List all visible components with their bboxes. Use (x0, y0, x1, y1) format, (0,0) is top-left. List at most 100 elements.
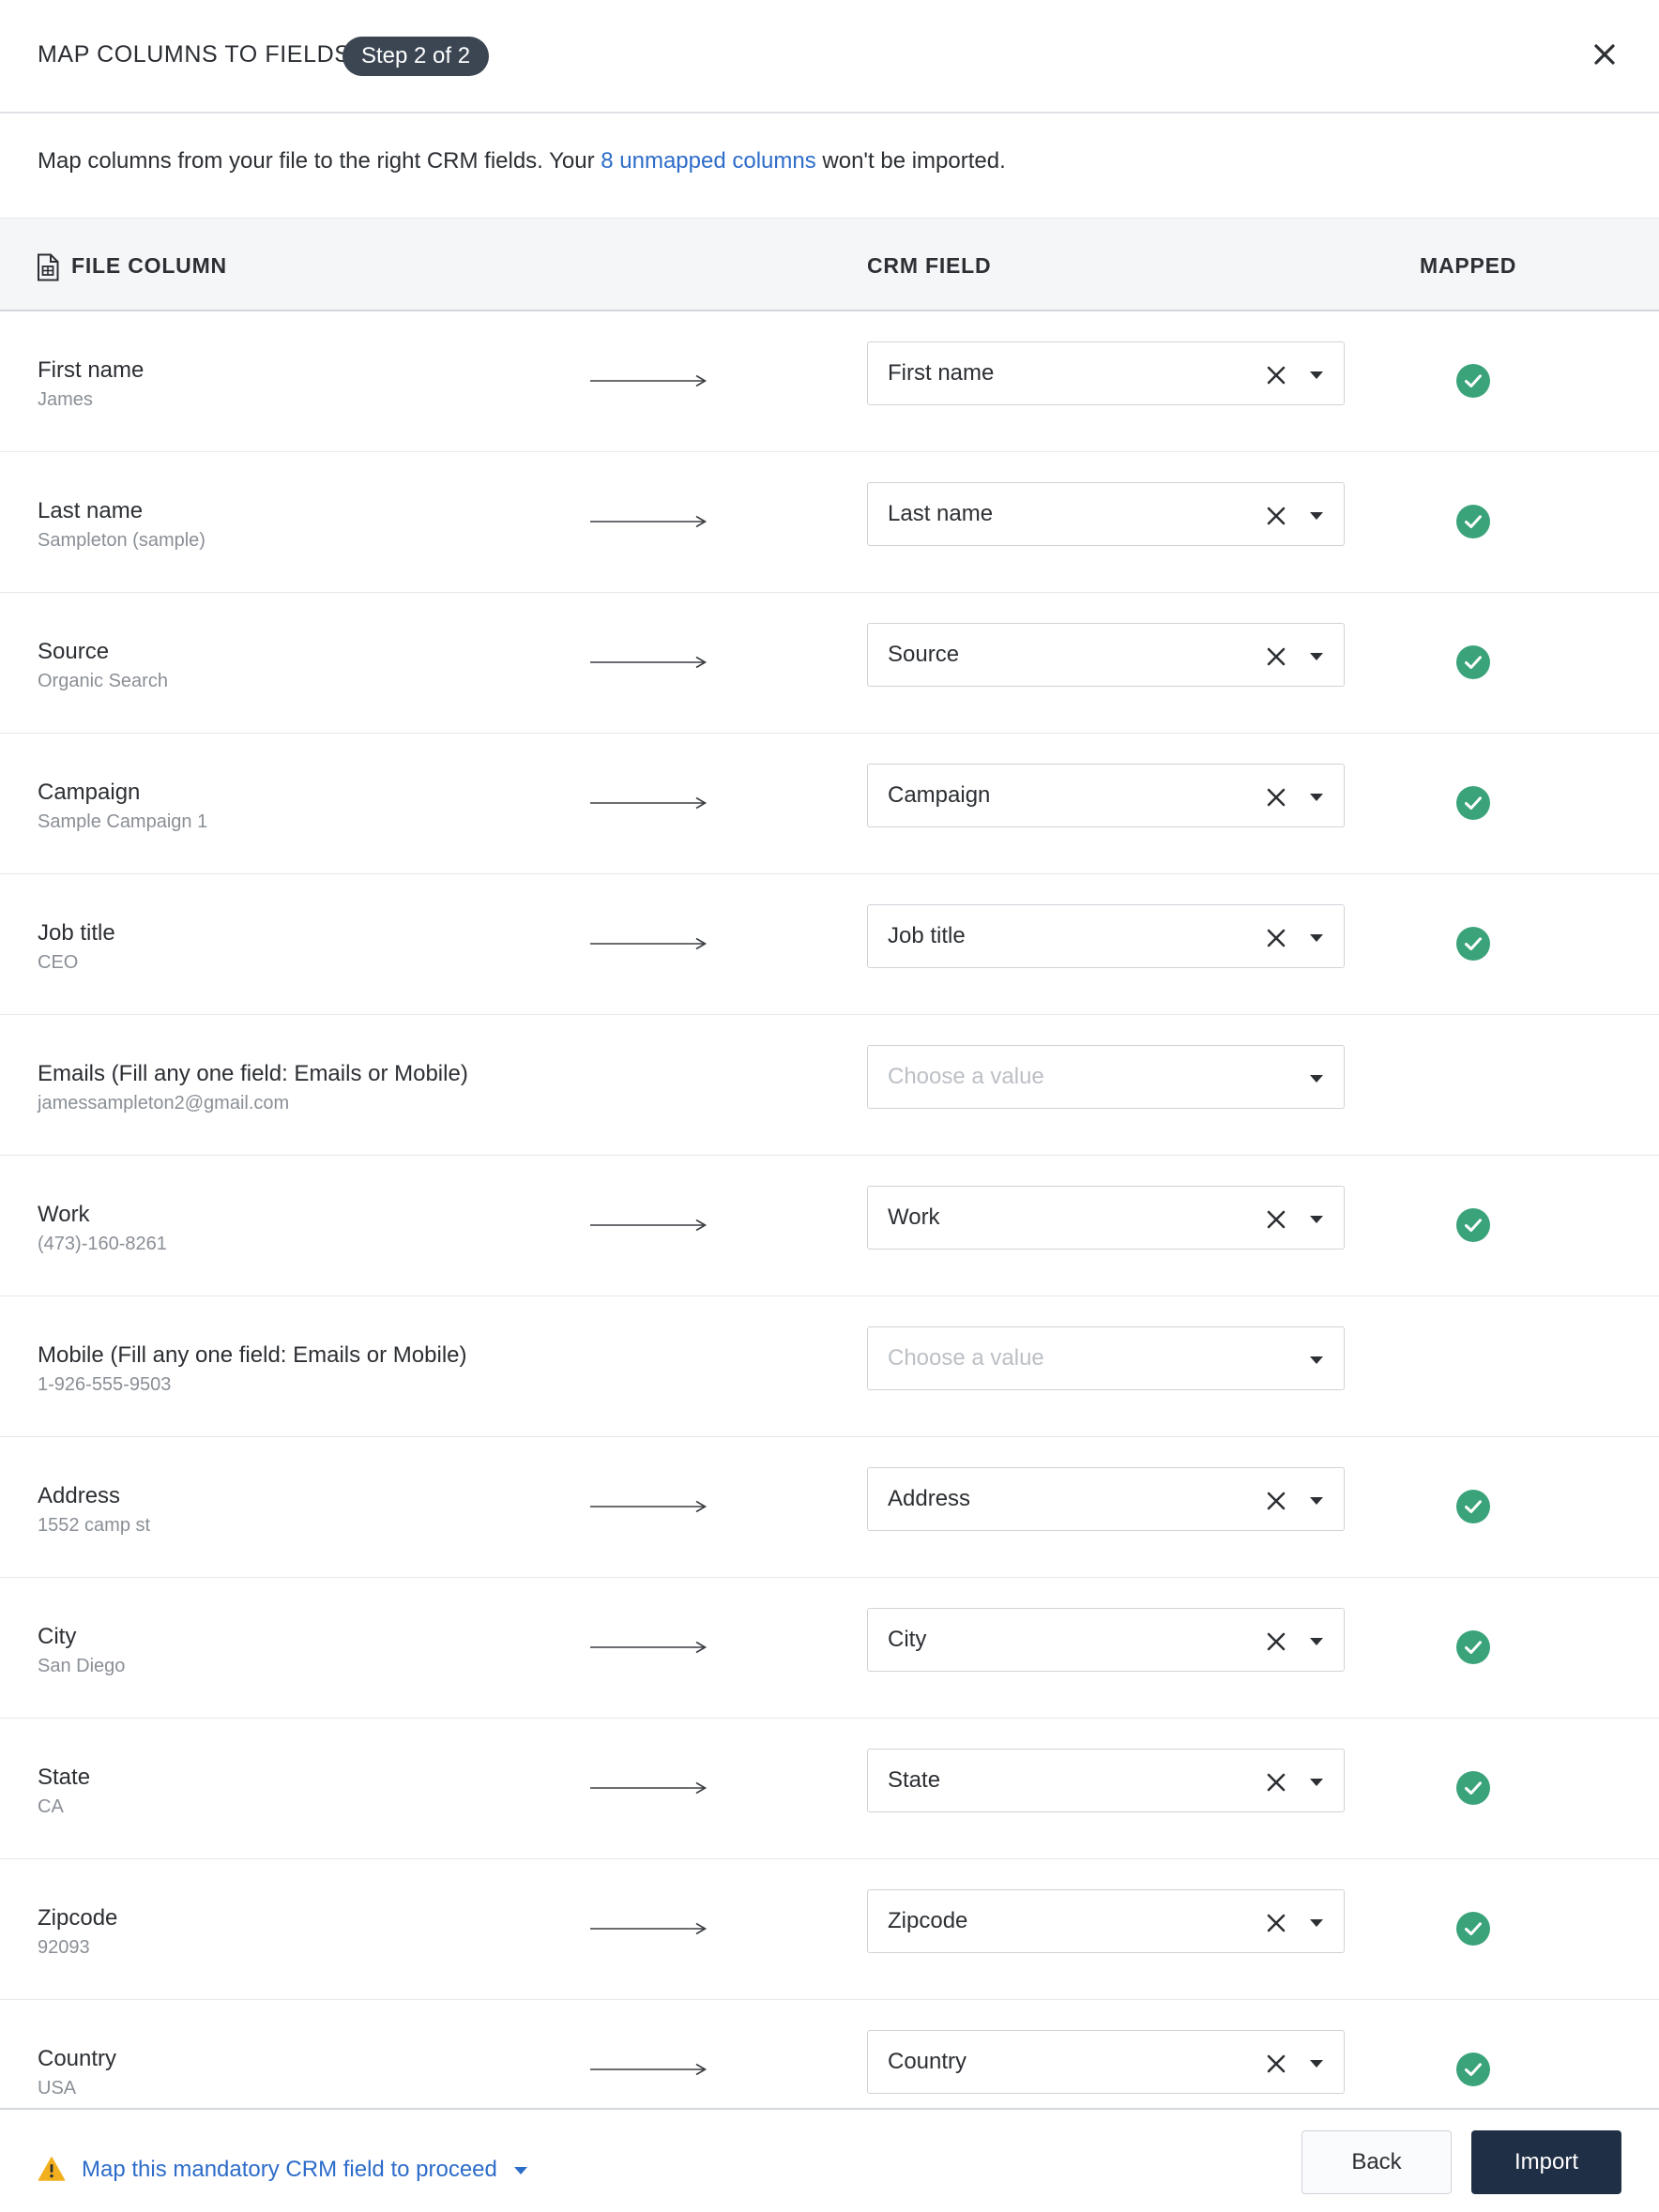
crm-field-select[interactable]: Work (867, 1186, 1345, 1250)
crm-field-select[interactable]: Last name (867, 482, 1345, 546)
table-row: Work (473)-160-8261 Work (0, 1156, 1659, 1296)
check-circle-icon (1456, 927, 1490, 961)
crm-field-select[interactable]: First name (867, 341, 1345, 405)
crm-field-select[interactable]: Choose a value (867, 1045, 1345, 1109)
file-column-sample: CA (38, 1796, 64, 1817)
crm-field-select[interactable]: State (867, 1749, 1345, 1812)
chevron-down-icon[interactable] (1309, 1778, 1324, 1787)
clear-icon[interactable] (1266, 1631, 1286, 1652)
file-column-sample: 1552 camp st (38, 1515, 151, 1536)
check-circle-icon (1456, 364, 1490, 398)
crm-field-value: Work (888, 1204, 940, 1230)
chevron-down-icon[interactable] (1309, 1356, 1324, 1365)
chevron-down-icon[interactable] (1309, 1918, 1324, 1928)
header-file-column: FILE COLUMN (71, 253, 227, 278)
crm-field-value: Zipcode (888, 1908, 968, 1933)
file-column-name: City (38, 1624, 77, 1649)
file-column-sample: 1-926-555-9503 (38, 1374, 172, 1395)
file-column-name: Address (38, 1483, 121, 1508)
file-column-name: State (38, 1765, 91, 1790)
file-column-sample: jamessampleton2@gmail.com (38, 1093, 290, 1114)
file-column-name: Job title (38, 920, 115, 946)
file-column-name: Campaign (38, 780, 141, 805)
clear-icon[interactable] (1266, 2053, 1286, 2074)
mapping-rows: First name James First name Last name Sample… (0, 311, 1659, 2108)
clear-icon[interactable] (1266, 646, 1286, 667)
back-button[interactable]: Back (1301, 2130, 1452, 2194)
modal-header: MAP COLUMNS TO FIELDS Step 2 of 2 (0, 0, 1659, 114)
crm-field-select[interactable]: Source (867, 623, 1345, 687)
crm-field-select[interactable]: Address (867, 1467, 1345, 1531)
crm-field-select[interactable]: Country (867, 2030, 1345, 2094)
clear-icon[interactable] (1266, 1491, 1286, 1511)
close-icon[interactable] (1586, 36, 1623, 73)
arrow-right-icon (590, 515, 708, 528)
chevron-down-icon[interactable] (1309, 793, 1324, 802)
check-circle-icon (1456, 645, 1490, 679)
crm-field-select[interactable]: Zipcode (867, 1889, 1345, 1953)
arrow-right-icon (590, 1219, 708, 1232)
modal-footer: Map this mandatory CRM field to proceed … (0, 2108, 1659, 2212)
check-circle-icon (1456, 786, 1490, 820)
arrow-right-icon (590, 1641, 708, 1654)
check-circle-icon (1456, 505, 1490, 538)
crm-field-value: Address (888, 1486, 971, 1511)
file-column-sample: 92093 (38, 1937, 90, 1958)
crm-field-select[interactable]: Job title (867, 904, 1345, 968)
header-mapped: MAPPED (1420, 253, 1517, 278)
chevron-down-icon (513, 2166, 527, 2174)
chevron-down-icon[interactable] (1309, 933, 1324, 943)
chevron-down-icon[interactable] (1309, 1215, 1324, 1224)
crm-field-value: Job title (888, 923, 966, 948)
chevron-down-icon[interactable] (1309, 371, 1324, 380)
table-row: Last name Sampleton (sample) Last name (0, 452, 1659, 593)
clear-icon[interactable] (1266, 1209, 1286, 1230)
check-circle-icon (1456, 1490, 1490, 1523)
unmapped-columns-link[interactable]: 8 unmapped columns (601, 148, 815, 174)
intro-text: Map columns from your file to the right … (38, 148, 1006, 174)
chevron-down-icon[interactable] (1309, 2059, 1324, 2068)
clear-icon[interactable] (1266, 365, 1286, 386)
chevron-down-icon[interactable] (1309, 1496, 1324, 1506)
chevron-down-icon[interactable] (1309, 1074, 1324, 1083)
file-column-sample: (473)-160-8261 (38, 1234, 167, 1254)
clear-icon[interactable] (1266, 1772, 1286, 1793)
crm-field-select[interactable]: City (867, 1608, 1345, 1672)
table-row: Address 1552 camp st Address (0, 1437, 1659, 1578)
warning-icon (38, 2157, 66, 2181)
import-button[interactable]: Import (1471, 2130, 1621, 2194)
file-column-sample: Organic Search (38, 671, 168, 691)
intro-prefix: Map columns from your file to the right … (38, 148, 601, 174)
arrow-right-icon (590, 1500, 708, 1513)
file-spreadsheet-icon (38, 253, 59, 281)
file-column-name: Mobile (Fill any one field: Emails or Mo… (38, 1342, 467, 1368)
arrow-right-icon (590, 1922, 708, 1935)
mandatory-field-warning[interactable]: Map this mandatory CRM field to proceed (82, 2157, 528, 2183)
crm-field-select[interactable]: Choose a value (867, 1326, 1345, 1390)
clear-icon[interactable] (1266, 506, 1286, 526)
table-row: Job title CEO Job title (0, 874, 1659, 1015)
table-row: Source Organic Search Source (0, 593, 1659, 734)
table-header: FILE COLUMN CRM FIELD MAPPED (0, 218, 1659, 311)
arrow-right-icon (590, 937, 708, 950)
chevron-down-icon[interactable] (1309, 1637, 1324, 1646)
file-column-name: Zipcode (38, 1905, 118, 1931)
check-circle-icon (1456, 1912, 1490, 1946)
clear-icon[interactable] (1266, 1913, 1286, 1933)
check-circle-icon (1456, 1208, 1490, 1242)
table-row: Zipcode 92093 Zipcode (0, 1859, 1659, 2000)
crm-field-select[interactable]: Campaign (867, 764, 1345, 827)
check-circle-icon (1456, 2053, 1490, 2086)
file-column-sample: San Diego (38, 1656, 126, 1676)
header-crm-field: CRM FIELD (867, 253, 992, 278)
check-circle-icon (1456, 1771, 1490, 1805)
chevron-down-icon[interactable] (1309, 511, 1324, 521)
arrow-right-icon (590, 2063, 708, 2076)
clear-icon[interactable] (1266, 928, 1286, 948)
crm-field-value: Source (888, 642, 960, 667)
arrow-right-icon (590, 374, 708, 387)
crm-field-placeholder: Choose a value (888, 1064, 1044, 1089)
table-row: Emails (Fill any one field: Emails or Mo… (0, 1015, 1659, 1156)
chevron-down-icon[interactable] (1309, 652, 1324, 661)
clear-icon[interactable] (1266, 787, 1286, 808)
